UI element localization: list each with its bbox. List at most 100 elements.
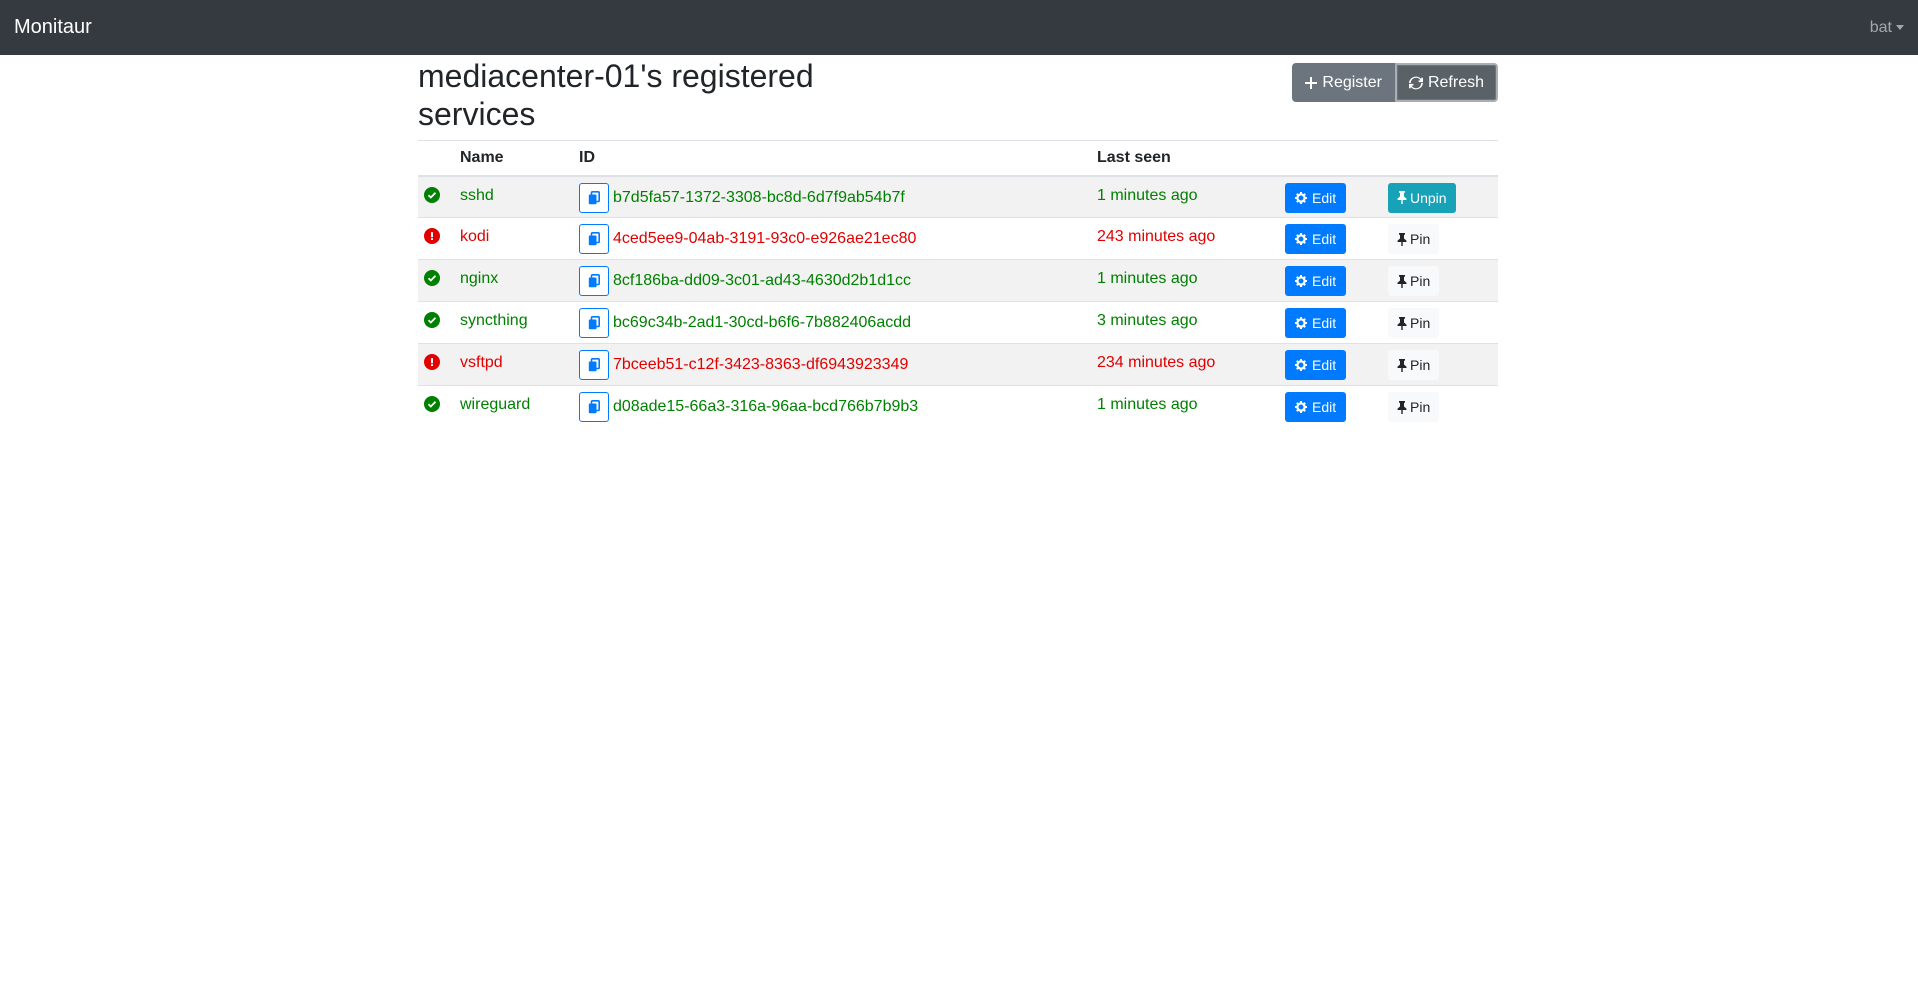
- edit-label: Edit: [1312, 273, 1337, 289]
- edit-cell: Edit: [1285, 260, 1388, 302]
- copy-id-button[interactable]: [579, 182, 609, 213]
- check-icon: [427, 191, 437, 199]
- gear-icon: [1295, 275, 1307, 287]
- edit-label: Edit: [1312, 231, 1337, 247]
- user-name: bat: [1869, 18, 1892, 36]
- register-label: Register: [1322, 73, 1382, 91]
- edit-button[interactable]: Edit: [1285, 224, 1347, 254]
- status-cell: [418, 218, 460, 260]
- user-menu-dropdown[interactable]: bat: [1870, 19, 1904, 37]
- gear-icon: [1295, 317, 1307, 329]
- check-circle-icon: [424, 270, 440, 286]
- page-title: mediacenter-01's registered services: [418, 58, 814, 132]
- last-seen-column-header: Last seen: [1097, 140, 1285, 177]
- unpin-button[interactable]: Unpin: [1388, 182, 1456, 213]
- pin-cell: Unpin: [1388, 176, 1498, 218]
- pin-cell: Pin: [1388, 302, 1498, 344]
- service-name: syncthing: [460, 312, 528, 329]
- edit-label: Edit: [1312, 357, 1337, 373]
- id-cell: b7d5fa57-1372-3308-bc8d-6d7f9ab54b7f: [579, 176, 1097, 218]
- gear-icon: [1295, 191, 1307, 204]
- edit-button[interactable]: Edit: [1285, 308, 1347, 338]
- edit-button[interactable]: Edit: [1285, 392, 1347, 422]
- last-seen: 1 minutes ago: [1097, 186, 1198, 204]
- service-id: d08ade15-66a3-316a-96aa-bcd766b7b9b3: [613, 398, 919, 415]
- exclamation-circle-icon: [424, 228, 440, 244]
- copy-id-button[interactable]: [579, 266, 609, 296]
- edit-cell: Edit: [1285, 302, 1388, 344]
- gear-icon: [1295, 401, 1307, 413]
- edit-cell: Edit: [1285, 344, 1388, 386]
- pin-button[interactable]: Pin: [1388, 266, 1440, 296]
- edit-cell: Edit: [1285, 386, 1388, 428]
- copy-id-button[interactable]: [579, 392, 609, 422]
- pin-button[interactable]: Pin: [1388, 308, 1440, 338]
- copy-id-button[interactable]: [579, 224, 609, 254]
- service-name: vsftpd: [460, 354, 503, 371]
- pin-cell: Pin: [1388, 260, 1498, 302]
- table-row: sshd b7d5fa57-1372-3308-bc8d-6d7f9ab54b7f…: [418, 175, 1498, 218]
- exclamation-circle-icon: [424, 354, 440, 370]
- last-seen: 1 minutes ago: [1097, 270, 1198, 287]
- table-row: syncthing bc69c34b-2ad1-30cd-b6f6-7b88240…: [418, 301, 1498, 344]
- gear-icon: [1295, 359, 1307, 371]
- table-row: vsftpd 7bceeb51-c12f-3423-8363-df69439233…: [418, 343, 1498, 386]
- pin-cell: Pin: [1388, 344, 1498, 386]
- top-navbar: Monitaur bat: [0, 0, 1918, 55]
- copy-id-button[interactable]: [579, 308, 609, 338]
- id-column-header: ID: [579, 140, 1097, 177]
- pin-button[interactable]: Pin: [1388, 224, 1440, 254]
- table-header-row: Name ID Last seen: [418, 140, 1498, 177]
- copy-icon: [588, 232, 600, 246]
- edit-cell: Edit: [1285, 176, 1388, 218]
- service-id: 7bceeb51-c12f-3423-8363-df6943923349: [613, 356, 909, 373]
- last-seen: 3 minutes ago: [1097, 312, 1198, 329]
- copy-icon: [588, 316, 600, 330]
- brand-link[interactable]: Monitaur: [14, 16, 92, 39]
- pin-label: Pin: [1410, 357, 1431, 373]
- copy-icon: [588, 274, 600, 288]
- service-id: b7d5fa57-1372-3308-bc8d-6d7f9ab54b7f: [613, 188, 905, 206]
- last-seen: 234 minutes ago: [1097, 354, 1216, 371]
- id-cell: 4ced5ee9-04ab-3191-93c0-e926ae21ec80: [579, 218, 1097, 260]
- service-id: 8cf186ba-dd09-3c01-ad43-4630d2b1d1cc: [613, 272, 912, 289]
- refresh-button[interactable]: Refresh: [1394, 63, 1498, 102]
- page-header: mediacenter-01's registered services Reg…: [418, 55, 1498, 140]
- status-cell: [418, 260, 460, 302]
- pin-button[interactable]: Pin: [1388, 392, 1440, 422]
- edit-label: Edit: [1312, 189, 1337, 206]
- service-name: kodi: [460, 228, 490, 245]
- pin-label: Pin: [1410, 231, 1431, 247]
- status-cell: [418, 176, 460, 218]
- edit-label: Edit: [1312, 399, 1337, 415]
- register-button[interactable]: Register: [1292, 63, 1395, 102]
- pin-label: Pin: [1410, 399, 1431, 415]
- caret-down-icon: [1896, 25, 1904, 30]
- pin-cell: Pin: [1388, 218, 1498, 260]
- action-button-group: Register Refresh: [1292, 63, 1498, 102]
- pin-label: Unpin: [1410, 189, 1447, 206]
- edit-button[interactable]: Edit: [1285, 182, 1347, 213]
- copy-icon: [588, 190, 600, 204]
- thumbtack-icon: [1397, 274, 1407, 288]
- service-name: nginx: [460, 270, 499, 287]
- last-seen: 1 minutes ago: [1097, 396, 1198, 413]
- edit-button[interactable]: Edit: [1285, 266, 1347, 296]
- copy-icon: [588, 358, 600, 372]
- edit-button[interactable]: Edit: [1285, 350, 1347, 380]
- id-cell: 7bceeb51-c12f-3423-8363-df6943923349: [579, 344, 1097, 386]
- table-row: kodi 4ced5ee9-04ab-3191-93c0-e926ae21ec80…: [418, 217, 1498, 260]
- thumbtack-icon: [1397, 358, 1407, 372]
- exclamation-icon: [431, 232, 433, 240]
- gear-icon: [1295, 233, 1307, 245]
- pin-button[interactable]: Pin: [1388, 350, 1440, 380]
- status-cell: [418, 302, 460, 344]
- services-table: Name ID Last seen sshd b7d5fa57-1372-3308…: [418, 140, 1498, 428]
- copy-id-button[interactable]: [579, 350, 609, 380]
- service-id: bc69c34b-2ad1-30cd-b6f6-7b882406acdd: [613, 314, 912, 331]
- thumbtack-icon: [1397, 191, 1407, 204]
- table-row: nginx 8cf186ba-dd09-3c01-ad43-4630d2b1d1c…: [418, 259, 1498, 302]
- edit-cell: Edit: [1285, 218, 1388, 260]
- thumbtack-icon: [1397, 316, 1407, 330]
- check-circle-icon: [424, 312, 440, 328]
